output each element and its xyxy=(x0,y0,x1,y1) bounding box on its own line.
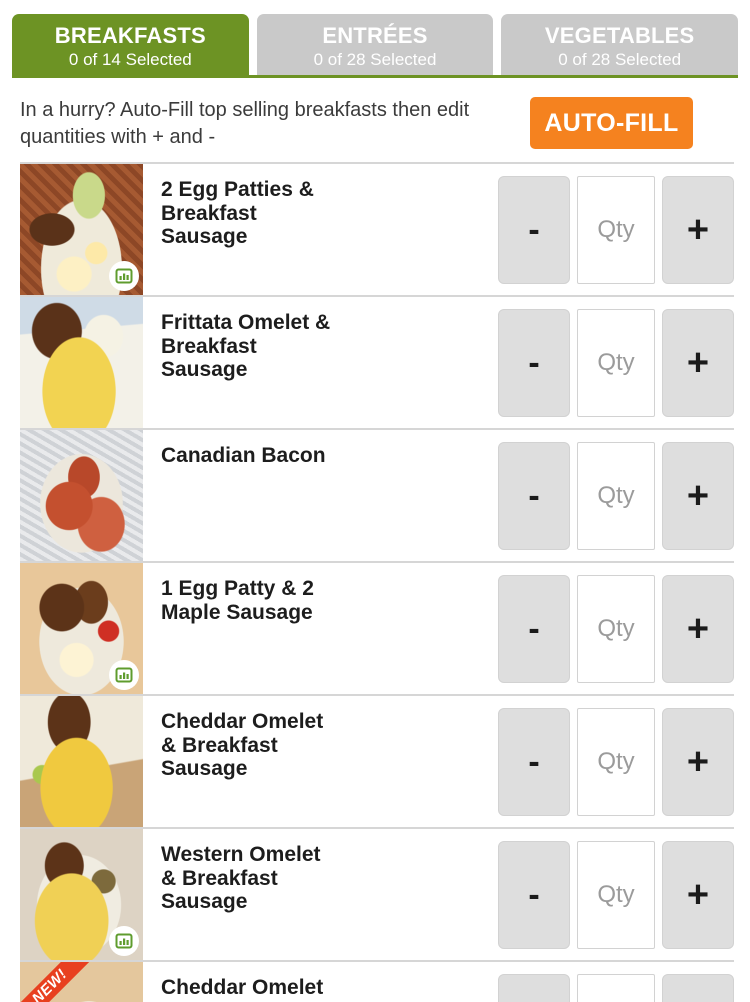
product-thumbnail[interactable] xyxy=(20,696,143,827)
quantity-stepper: - + xyxy=(496,430,734,561)
product-row[interactable]: Canadian Bacon - + xyxy=(20,428,734,561)
tab-entrees[interactable]: ENTRÉES 0 of 28 Selected xyxy=(256,14,494,78)
decrement-button[interactable]: - xyxy=(498,574,570,683)
quantity-input[interactable] xyxy=(577,574,655,683)
product-name: Cheddar Omelet xyxy=(161,976,324,999)
increment-button[interactable]: + xyxy=(662,707,734,816)
top-seller-badge-icon xyxy=(109,261,139,291)
product-row[interactable]: Cheddar Omelet & Breakfast Sausage - + xyxy=(20,694,734,827)
product-thumbnail[interactable] xyxy=(20,563,143,694)
decrement-button[interactable]: - xyxy=(498,973,570,1002)
product-row[interactable]: Frittata Omelet & Breakfast Sausage - + xyxy=(20,295,734,428)
category-tab-bar: BREAKFASTS 0 of 14 Selected ENTRÉES 0 of… xyxy=(0,0,750,78)
product-thumbnail[interactable] xyxy=(20,430,143,561)
quantity-stepper: - + xyxy=(496,829,734,960)
autofill-instruction-text: In a hurry? Auto-Fill top selling breakf… xyxy=(20,99,470,149)
product-list: 2 Egg Patties & Breakfast Sausage - + Fr… xyxy=(0,162,750,1002)
tab-active-underline xyxy=(12,75,738,78)
quantity-stepper: - + xyxy=(496,297,734,428)
tab-title: VEGETABLES xyxy=(544,22,695,48)
product-thumbnail[interactable] xyxy=(20,297,143,428)
product-name: Western Omelet & Breakfast Sausage xyxy=(161,843,321,914)
quantity-input[interactable] xyxy=(577,840,655,949)
quantity-stepper: - + xyxy=(496,563,734,694)
product-image xyxy=(20,696,143,827)
autofill-prompt: In a hurry? Auto-Fill top selling breakf… xyxy=(0,78,750,162)
top-seller-badge-icon xyxy=(109,926,139,956)
product-row[interactable]: NEW! Cheddar Omelet - + xyxy=(20,960,734,1002)
increment-button[interactable]: + xyxy=(662,308,734,417)
tab-vegetables[interactable]: VEGETABLES 0 of 28 Selected xyxy=(501,14,739,78)
decrement-button[interactable]: - xyxy=(498,175,570,284)
increment-button[interactable]: + xyxy=(662,441,734,550)
quantity-stepper: - + xyxy=(496,164,734,295)
decrement-button[interactable]: - xyxy=(498,308,570,417)
product-row[interactable]: 2 Egg Patties & Breakfast Sausage - + xyxy=(20,162,734,295)
decrement-button[interactable]: - xyxy=(498,840,570,949)
quantity-input[interactable] xyxy=(577,707,655,816)
decrement-button[interactable]: - xyxy=(498,707,570,816)
product-thumbnail[interactable] xyxy=(20,829,143,960)
increment-button[interactable]: + xyxy=(662,175,734,284)
product-image xyxy=(20,430,143,561)
tab-title: BREAKFASTS xyxy=(54,22,206,48)
decrement-button[interactable]: - xyxy=(498,441,570,550)
product-name: Canadian Bacon xyxy=(161,444,326,467)
product-row[interactable]: Western Omelet & Breakfast Sausage - + xyxy=(20,827,734,960)
tab-selected-count: 0 of 28 Selected xyxy=(558,49,682,69)
product-name: 2 Egg Patties & Breakfast Sausage xyxy=(161,178,314,249)
quantity-input[interactable] xyxy=(577,973,655,1002)
quantity-input[interactable] xyxy=(577,308,655,417)
quantity-stepper: - + xyxy=(496,696,734,827)
quantity-input[interactable] xyxy=(577,175,655,284)
product-name: 1 Egg Patty & 2 Maple Sausage xyxy=(161,577,314,624)
product-image xyxy=(20,962,143,1002)
product-image xyxy=(20,297,143,428)
tab-title: ENTRÉES xyxy=(322,22,428,48)
tab-selected-count: 0 of 28 Selected xyxy=(313,49,437,69)
increment-button[interactable]: + xyxy=(662,574,734,683)
tab-breakfasts[interactable]: BREAKFASTS 0 of 14 Selected xyxy=(12,14,249,78)
tab-selected-count: 0 of 14 Selected xyxy=(68,49,192,69)
quantity-stepper: - + xyxy=(496,962,734,1002)
product-row[interactable]: 1 Egg Patty & 2 Maple Sausage - + xyxy=(20,561,734,694)
product-name: Cheddar Omelet & Breakfast Sausage xyxy=(161,710,324,781)
increment-button[interactable]: + xyxy=(662,973,734,1002)
product-thumbnail[interactable]: NEW! xyxy=(20,962,143,1002)
increment-button[interactable]: + xyxy=(662,840,734,949)
top-seller-badge-icon xyxy=(109,660,139,690)
auto-fill-button[interactable]: AUTO-FILL xyxy=(530,97,693,149)
product-thumbnail[interactable] xyxy=(20,164,143,295)
product-name: Frittata Omelet & Breakfast Sausage xyxy=(161,311,331,382)
quantity-input[interactable] xyxy=(577,441,655,550)
